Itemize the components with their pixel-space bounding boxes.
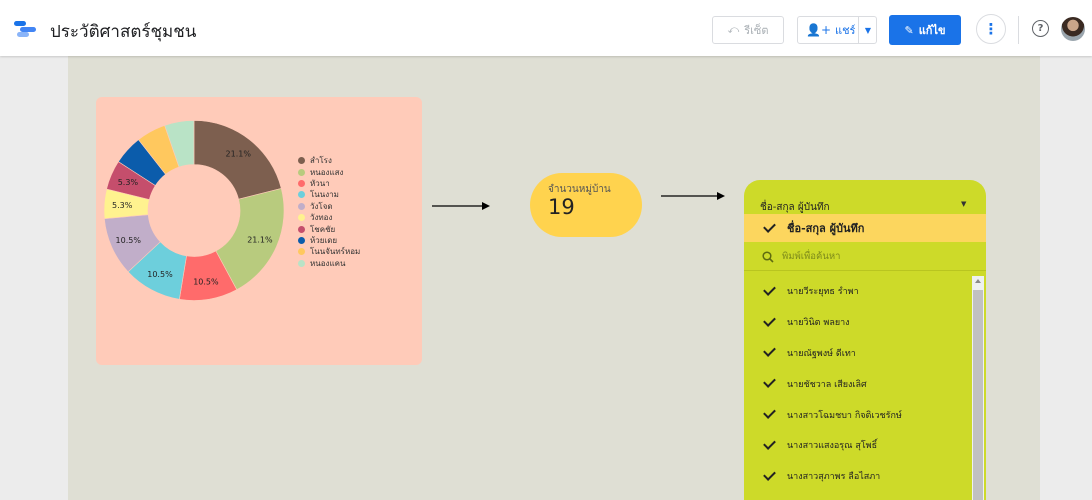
top-bar: ประวัติศาสตร์ชุมชน ⤺ รีเซ็ต 👤+ แชร์ ▼ ✎ … — [0, 0, 1092, 56]
filter-search-input[interactable]: พิมพ์เพื่อค้นหา — [762, 249, 840, 264]
legend-swatch — [298, 168, 305, 176]
scrollbar-thumb[interactable] — [973, 290, 983, 500]
legend-item[interactable]: หนองแคน — [298, 258, 360, 269]
pie-data-label-1: 21.1% — [226, 150, 252, 159]
pie-data-label-5: 10.5% — [116, 236, 142, 245]
edit-label: แก้ไข — [918, 24, 946, 37]
filter-option-label: นายวินิต พลยาง — [787, 318, 850, 329]
pencil-icon: ✎ — [904, 23, 914, 37]
pie-data-label-4: 10.5% — [147, 270, 173, 279]
report-title: ประวัติศาสตร์ชุมชน — [50, 22, 197, 42]
arrow-1 — [432, 202, 490, 210]
pie-data-label-6: 5.3% — [112, 201, 133, 210]
reset-label: รีเซ็ต — [744, 24, 769, 37]
edit-button[interactable]: ✎ แก้ไข — [889, 15, 961, 45]
filter-option[interactable]: นายชัชวาล เสียงเลิศ — [744, 368, 970, 399]
legend-swatch — [298, 157, 305, 165]
donut-chart: 21.1% 21.1% 10.5% 10.5% 10.5% 5.3% 5.3% — [103, 120, 285, 301]
filter-option[interactable]: นายวินิต พลยาง — [744, 307, 970, 338]
checkbox-checked-icon[interactable] — [763, 375, 776, 389]
filter-option-label: นายวีระยุทธ รำพา — [787, 287, 859, 298]
add-person-icon: 👤+ — [806, 23, 831, 37]
data-studio-logo-icon — [14, 21, 36, 37]
legend-swatch — [298, 225, 305, 233]
more-options-button[interactable]: ⋮ — [976, 14, 1006, 44]
legend-swatch — [298, 236, 305, 244]
checkbox-checked-icon[interactable] — [763, 283, 776, 296]
select-all-option[interactable]: ชื่อ-สกุล ผู้บันทึก — [744, 214, 986, 242]
filter-header[interactable]: ชื่อ-สกุล ผู้บันทึก — [760, 200, 830, 215]
village-count-scorecard[interactable]: จำนวนหมู่บ้าน 19 — [530, 173, 642, 237]
checkbox-checked-icon[interactable] — [763, 344, 776, 358]
legend-label: หนองแคน — [310, 258, 346, 268]
share-dropdown-icon[interactable]: ▼ — [860, 17, 876, 43]
legend-swatch — [298, 259, 305, 267]
checkbox-checked-icon[interactable] — [763, 467, 776, 481]
select-all-label: ชื่อ-สกุล ผู้บันทึก — [787, 222, 865, 235]
legend-swatch — [298, 248, 305, 256]
filter-option-label: นางสาวโฉมชบา กิจติเวชรักษ์ — [787, 410, 902, 421]
pie-slice-1[interactable] — [193, 120, 282, 200]
pie-data-label-7: 5.3% — [118, 178, 139, 187]
filter-option-label: นายชัชวาล เสียงเลิศ — [787, 379, 867, 390]
legend-swatch — [298, 202, 305, 210]
pie-data-label-2: 21.1% — [247, 235, 273, 244]
scorecard-value: 19 — [548, 195, 575, 219]
filter-option[interactable]: นายวีระยุทธ รำพา — [744, 276, 970, 307]
checkbox-checked-icon[interactable] — [763, 437, 776, 450]
filter-option[interactable]: นางสาวแสงอรุณ สุโพธิ์ — [744, 430, 970, 461]
filter-option[interactable]: นายณัฐพงษ์ ดีเทา — [744, 338, 970, 369]
filter-option-label: นายณัฐพงษ์ ดีเทา — [787, 348, 856, 359]
scroll-up-icon[interactable] — [975, 279, 981, 283]
pie-chart-card[interactable]: 21.1% 21.1% 10.5% 10.5% 10.5% 5.3% 5.3% — [96, 97, 422, 365]
checkbox-checked-icon[interactable] — [763, 219, 776, 233]
pie-legend: สำโรง หนองแสง หัวนา โนนงาม วังโจด วังทอง โชคชั… — [298, 155, 360, 269]
help-icon[interactable]: ? — [1032, 20, 1049, 37]
filter-dropdown-icon[interactable]: ▼ — [961, 200, 966, 208]
toolbar-divider — [1018, 16, 1019, 44]
arrow-2 — [661, 192, 725, 200]
avatar[interactable] — [1061, 17, 1085, 41]
legend-swatch — [298, 179, 305, 187]
recorder-filter-control: ชื่อ-สกุล ผู้บันทึก ▼ ชื่อ-สกุล ผู้บันทึ… — [744, 180, 986, 500]
filter-option[interactable]: นางสาวสุภาพร ลือไสภา — [744, 461, 970, 492]
filter-scrollbar[interactable] — [972, 276, 984, 500]
filter-option-label: นางสาวสุภาพร ลือไสภา — [787, 472, 881, 483]
filter-option[interactable]: นางสาวสุจิตรา แสงจันทร์ — [744, 492, 970, 500]
pie-data-label-3: 10.5% — [193, 278, 219, 287]
legend-swatch — [298, 214, 305, 222]
search-placeholder: พิมพ์เพื่อค้นหา — [782, 251, 841, 262]
legend-swatch — [298, 191, 305, 199]
reset-button[interactable]: ⤺ รีเซ็ต — [712, 16, 784, 44]
filter-options-list: นายวีระยุทธ รำพานายวินิต พลยางนายณัฐพงษ์… — [744, 276, 970, 500]
checkbox-checked-icon[interactable] — [763, 313, 776, 327]
share-label: แชร์ — [835, 24, 856, 37]
search-icon — [762, 250, 774, 263]
share-button[interactable]: 👤+ แชร์ ▼ — [797, 16, 877, 44]
filter-option-label: นางสาวแสงอรุณ สุโพธิ์ — [787, 441, 878, 452]
undo-icon: ⤺ — [727, 23, 740, 36]
filter-option[interactable]: นางสาวโฉมชบา กิจติเวชรักษ์ — [744, 399, 970, 430]
checkbox-checked-icon[interactable] — [763, 406, 776, 419]
